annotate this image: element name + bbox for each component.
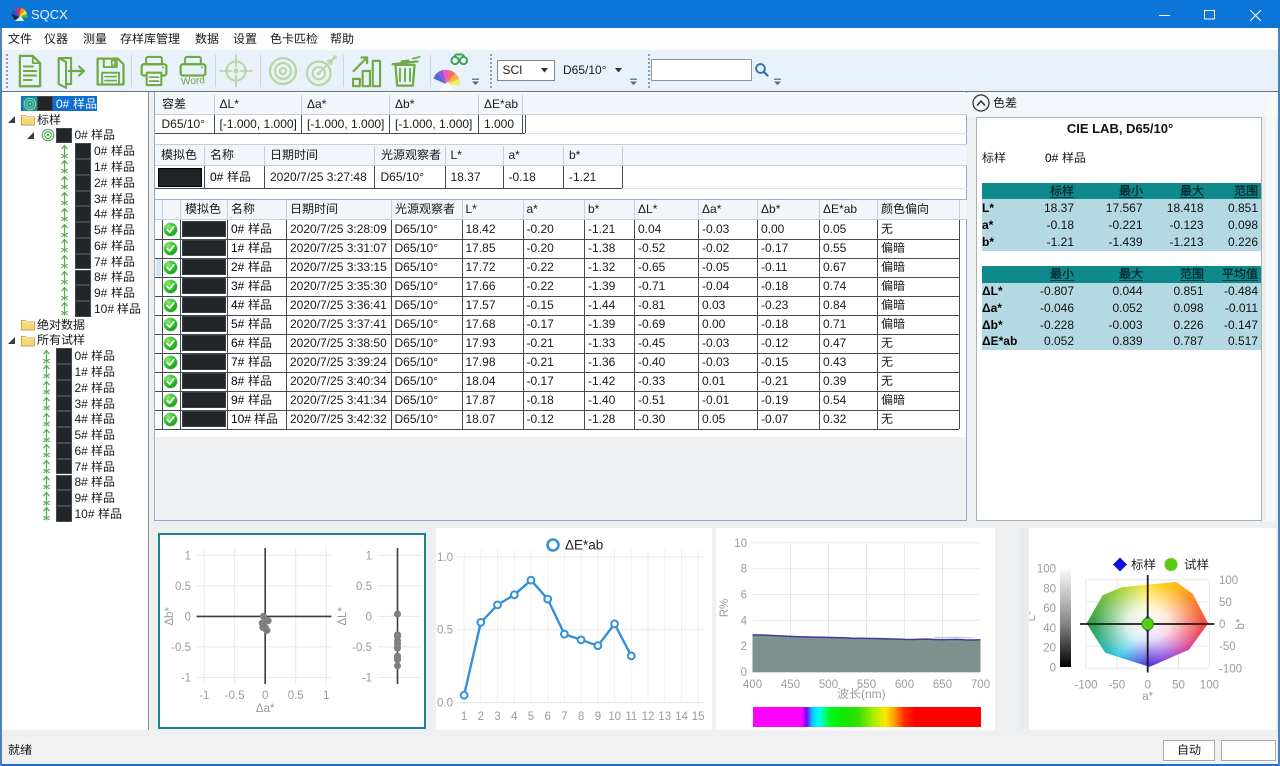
svg-text:650: 650 bbox=[933, 679, 952, 691]
svg-text:b*: b* bbox=[1235, 618, 1247, 629]
svg-text:1.0: 1.0 bbox=[437, 551, 453, 563]
svg-text:-1: -1 bbox=[180, 672, 190, 684]
svg-text:4: 4 bbox=[511, 711, 518, 723]
svg-text:6: 6 bbox=[544, 711, 550, 723]
svg-text:-50: -50 bbox=[1109, 679, 1126, 691]
svg-text:0.5: 0.5 bbox=[356, 581, 372, 593]
svg-text:600: 600 bbox=[895, 679, 914, 691]
svg-text:50: 50 bbox=[1219, 596, 1232, 608]
svg-text:-0.5: -0.5 bbox=[224, 690, 244, 702]
svg-text:0.0: 0.0 bbox=[437, 697, 453, 709]
svg-text:11: 11 bbox=[625, 711, 637, 723]
svg-text:7: 7 bbox=[561, 711, 567, 723]
svg-text:100: 100 bbox=[1200, 679, 1219, 691]
svg-text:8: 8 bbox=[741, 563, 747, 575]
svg-text:4: 4 bbox=[741, 615, 748, 627]
svg-text:0.5: 0.5 bbox=[287, 690, 303, 702]
svg-text:8: 8 bbox=[577, 711, 583, 723]
svg-text:20: 20 bbox=[1043, 642, 1056, 654]
svg-text:-100: -100 bbox=[1074, 679, 1097, 691]
svg-text:1: 1 bbox=[460, 711, 466, 723]
svg-text:Δa*: Δa* bbox=[255, 703, 274, 715]
svg-text:9: 9 bbox=[594, 711, 600, 723]
svg-text:450: 450 bbox=[781, 679, 800, 691]
svg-text:6: 6 bbox=[741, 589, 747, 601]
svg-text:100: 100 bbox=[1219, 574, 1238, 586]
svg-text:80: 80 bbox=[1043, 583, 1056, 595]
svg-text:Δb*: Δb* bbox=[164, 607, 176, 626]
svg-text:5: 5 bbox=[527, 711, 533, 723]
svg-text:0: 0 bbox=[741, 667, 747, 679]
svg-text:-0.5: -0.5 bbox=[352, 642, 372, 654]
svg-text:-1: -1 bbox=[199, 690, 209, 702]
svg-text:10: 10 bbox=[608, 711, 621, 723]
svg-text:50: 50 bbox=[1172, 679, 1185, 691]
svg-text:0.5: 0.5 bbox=[437, 624, 453, 636]
svg-text:-0.5: -0.5 bbox=[171, 642, 191, 654]
svg-text:L*: L* bbox=[1029, 610, 1038, 621]
svg-text:12: 12 bbox=[641, 711, 654, 723]
svg-text:1: 1 bbox=[365, 550, 371, 562]
svg-text:2: 2 bbox=[477, 711, 483, 723]
svg-text:0: 0 bbox=[1050, 662, 1056, 674]
svg-text:13: 13 bbox=[658, 711, 671, 723]
svg-text:10: 10 bbox=[734, 537, 747, 549]
svg-text:0: 0 bbox=[1144, 679, 1150, 691]
svg-text:-100: -100 bbox=[1219, 663, 1242, 675]
svg-text:15: 15 bbox=[691, 711, 704, 723]
svg-text:1: 1 bbox=[322, 690, 328, 702]
svg-text:0: 0 bbox=[365, 611, 371, 623]
svg-text:500: 500 bbox=[819, 679, 838, 691]
svg-text:-1: -1 bbox=[361, 672, 371, 684]
svg-text:0.5: 0.5 bbox=[175, 581, 191, 593]
svg-text:ΔE*ab: ΔE*ab bbox=[565, 537, 603, 552]
svg-text:40: 40 bbox=[1043, 622, 1056, 634]
svg-text:0: 0 bbox=[1219, 619, 1225, 631]
svg-text:Word: Word bbox=[180, 75, 205, 88]
svg-text:a*: a* bbox=[1142, 691, 1153, 703]
svg-text:0: 0 bbox=[184, 611, 190, 623]
svg-text:1: 1 bbox=[184, 550, 190, 562]
svg-text:400: 400 bbox=[743, 679, 762, 691]
svg-text:100: 100 bbox=[1037, 563, 1056, 575]
svg-text:60: 60 bbox=[1043, 603, 1056, 615]
svg-text:0: 0 bbox=[261, 690, 267, 702]
svg-text:-50: -50 bbox=[1219, 641, 1236, 653]
svg-text:3: 3 bbox=[494, 711, 500, 723]
svg-text:700: 700 bbox=[971, 679, 990, 691]
svg-text:R%: R% bbox=[719, 598, 731, 617]
svg-text:ΔL*: ΔL* bbox=[337, 607, 349, 626]
svg-text:14: 14 bbox=[675, 711, 688, 723]
svg-text:2: 2 bbox=[741, 641, 747, 653]
